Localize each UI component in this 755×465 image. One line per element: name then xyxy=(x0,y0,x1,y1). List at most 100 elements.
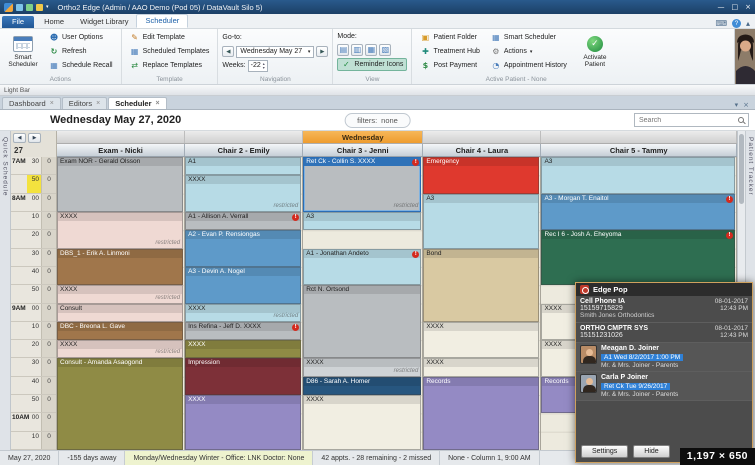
scheduled-templates-button[interactable]: ▦ Scheduled Templates xyxy=(126,45,214,58)
appointment[interactable]: Rec I 6 - Josh A. Eheyoma! xyxy=(541,230,735,286)
hide-button[interactable]: Hide xyxy=(633,445,670,458)
appointment[interactable]: XXXX restricted xyxy=(303,358,422,377)
appointment[interactable]: Ret Ck - Collin S. XXXX restricted! xyxy=(303,157,422,212)
time-slot[interactable]: 50 0 xyxy=(11,175,56,194)
search-icon[interactable] xyxy=(738,117,744,123)
prev-period-button[interactable]: ◀ xyxy=(13,132,26,143)
tab-dashboard-close-icon[interactable]: × xyxy=(50,100,54,107)
filters-pill[interactable]: filters: none xyxy=(344,112,411,128)
appointment[interactable]: Ins Refina - Jeff D. XXXX! xyxy=(185,321,302,341)
appointment[interactable]: A1 - Jonathan Andeto! xyxy=(303,248,422,286)
schedule-column[interactable]: Ret Ck - Collin S. XXXX restricted! A3 A1 -… xyxy=(303,157,424,450)
appointment[interactable]: XXXX xyxy=(303,395,422,450)
keyboard-icon[interactable]: ⌨ xyxy=(715,19,727,28)
appointment[interactable]: Impression xyxy=(185,358,302,396)
tab-file[interactable]: File xyxy=(2,16,35,28)
time-slot[interactable]: 20 0 xyxy=(11,340,56,359)
tab-scheduler-doc[interactable]: Scheduler × xyxy=(108,97,167,109)
appointment[interactable]: A1 - Allison A. Verrall! xyxy=(185,211,302,231)
appointment[interactable]: XXXX restricted xyxy=(57,285,184,304)
minimize-button[interactable]: — xyxy=(718,3,725,11)
time-slot[interactable]: 30 0 xyxy=(11,248,56,267)
replace-templates-button[interactable]: ⇄ Replace Templates xyxy=(126,59,214,72)
time-slot[interactable]: 10 0 xyxy=(11,211,56,231)
time-slot[interactable]: 8AM 00 0 xyxy=(11,193,56,212)
mode-button-1[interactable]: ▤ xyxy=(337,43,350,56)
appointment[interactable]: XXXX xyxy=(423,321,540,359)
mode-button-2[interactable]: ▥ xyxy=(351,43,364,56)
time-slot[interactable]: 10 0 xyxy=(11,321,56,341)
settings-button[interactable]: Settings xyxy=(581,445,629,458)
actions-menu-button[interactable]: ⚙ Actions ▾ xyxy=(487,45,571,58)
appointment[interactable]: Exam NOR - Gerald Olsson xyxy=(57,157,184,212)
mode-button-4[interactable]: ▧ xyxy=(379,43,392,56)
tab-overflow-icon[interactable]: ▾ xyxy=(735,101,739,109)
appointment[interactable]: A1 xyxy=(185,157,302,176)
time-slot[interactable]: 9AM 00 0 xyxy=(11,303,56,322)
tab-close-all-icon[interactable]: × xyxy=(743,101,749,109)
restore-button[interactable]: □ xyxy=(732,3,739,11)
weeks-stepper[interactable]: -22 ▴ ▾ xyxy=(247,59,268,72)
appointment[interactable]: D86 - Sarah A. Homer xyxy=(303,376,422,396)
appointment[interactable]: A3 xyxy=(423,193,540,249)
patient-appointment[interactable]: Ret Ck Tue 9/26/2017 xyxy=(601,383,671,390)
appointment[interactable]: A2 - Evan P. Rensiongas xyxy=(185,230,302,267)
schedule-column[interactable]: Emergency A3 Bond XXXX XXXX Records xyxy=(423,157,542,450)
time-slot[interactable]: 40 0 xyxy=(11,266,56,286)
time-slot[interactable]: 10AM 00 0 xyxy=(11,413,56,432)
time-slot[interactable]: 7AM 30 0 xyxy=(11,157,56,176)
appointment[interactable]: XXXX xyxy=(423,358,540,377)
quick-access-icon-3[interactable] xyxy=(36,3,43,11)
search-input[interactable] xyxy=(639,116,734,124)
tab-dashboard[interactable]: Dashboard × xyxy=(2,97,61,109)
schedule-recall-button[interactable]: ▦ Schedule Recall xyxy=(45,59,117,72)
appointment[interactable]: A3 xyxy=(541,157,735,194)
tab-home[interactable]: Home xyxy=(36,16,72,28)
edit-template-button[interactable]: ✎ Edit Template xyxy=(126,31,214,44)
appointment[interactable]: XXXX xyxy=(185,340,302,359)
column-header[interactable]: Chair 5 - Tammy xyxy=(541,144,737,156)
patient-folder-button[interactable]: ▣ Patient Folder xyxy=(416,31,483,44)
collapse-ribbon-icon[interactable]: ▴ xyxy=(746,19,750,28)
patient-entry[interactable]: Meagan D. Joiner A1 Wed 8/2/2017 1:00 PM M… xyxy=(576,343,752,372)
appointment[interactable]: DBS_1 - Erik A. Linmoni xyxy=(57,248,184,286)
appointment[interactable]: A3 - Devin A. Nogel xyxy=(185,266,302,304)
tab-widget-library[interactable]: Widget Library xyxy=(72,16,136,28)
scrollbar-thumb[interactable] xyxy=(739,134,744,204)
appointment[interactable]: Records xyxy=(423,376,540,450)
activate-patient-button[interactable]: ✓ Activate Patient xyxy=(574,31,616,73)
patient-entry[interactable]: Carla P Joiner Ret Ck Tue 9/26/2017 Mr. & … xyxy=(576,372,752,401)
schedule-column[interactable]: A1 XXXX restricted A1 - Allison A. Verrall!… xyxy=(185,157,304,450)
appointment[interactable]: Consult - Amanda Asaogond xyxy=(57,358,184,450)
tab-scheduler-close-icon[interactable]: × xyxy=(156,100,160,107)
appointment[interactable]: XXXX restricted xyxy=(185,175,302,212)
mode-button-3[interactable]: ▦ xyxy=(365,43,378,56)
time-slot[interactable]: 50 0 xyxy=(11,395,56,414)
quick-access-icon-2[interactable] xyxy=(26,3,33,11)
help-icon[interactable]: ? xyxy=(731,19,741,28)
smart-scheduler-button[interactable]: Smart Scheduler xyxy=(4,31,42,73)
time-slot[interactable]: 20 0 xyxy=(11,230,56,249)
appointment[interactable]: A3 xyxy=(303,211,422,231)
call-entry[interactable]: Cell Phone IA 15159715829 Smith Jones Orth… xyxy=(576,296,752,323)
schedule-column[interactable]: Exam NOR - Gerald Olsson XXXX restricted DB… xyxy=(57,157,186,450)
appointment[interactable]: Emergency xyxy=(423,157,540,194)
appointment[interactable]: XXXX xyxy=(185,395,302,450)
tab-scheduler[interactable]: Scheduler xyxy=(136,14,189,28)
tab-editors-close-icon[interactable]: × xyxy=(96,100,100,107)
appointment[interactable]: Consult xyxy=(57,303,184,322)
column-header[interactable]: Chair 4 - Laura xyxy=(423,144,542,156)
smart-scheduler-small-button[interactable]: ▦ Smart Scheduler xyxy=(487,31,571,44)
prev-day-button[interactable]: ◀ xyxy=(222,46,235,57)
column-header[interactable]: Chair 3 - Jenni xyxy=(303,144,424,156)
quick-schedule-strip[interactable]: Quick Schedule xyxy=(0,131,11,450)
quick-access-dropdown-icon[interactable]: ▾ xyxy=(46,4,49,10)
time-slot[interactable]: 50 0 xyxy=(11,285,56,304)
quick-access-icon-1[interactable] xyxy=(16,3,23,11)
appointment[interactable]: Rct N. Ortsond xyxy=(303,285,422,359)
appointment[interactable]: XXXX restricted xyxy=(57,340,184,359)
tab-editors[interactable]: Editors × xyxy=(61,97,108,109)
appointment[interactable]: XXXX restricted xyxy=(57,211,184,249)
time-slot[interactable]: 40 0 xyxy=(11,376,56,396)
reminder-icons-button[interactable]: ✓ Reminder Icons xyxy=(337,58,408,71)
